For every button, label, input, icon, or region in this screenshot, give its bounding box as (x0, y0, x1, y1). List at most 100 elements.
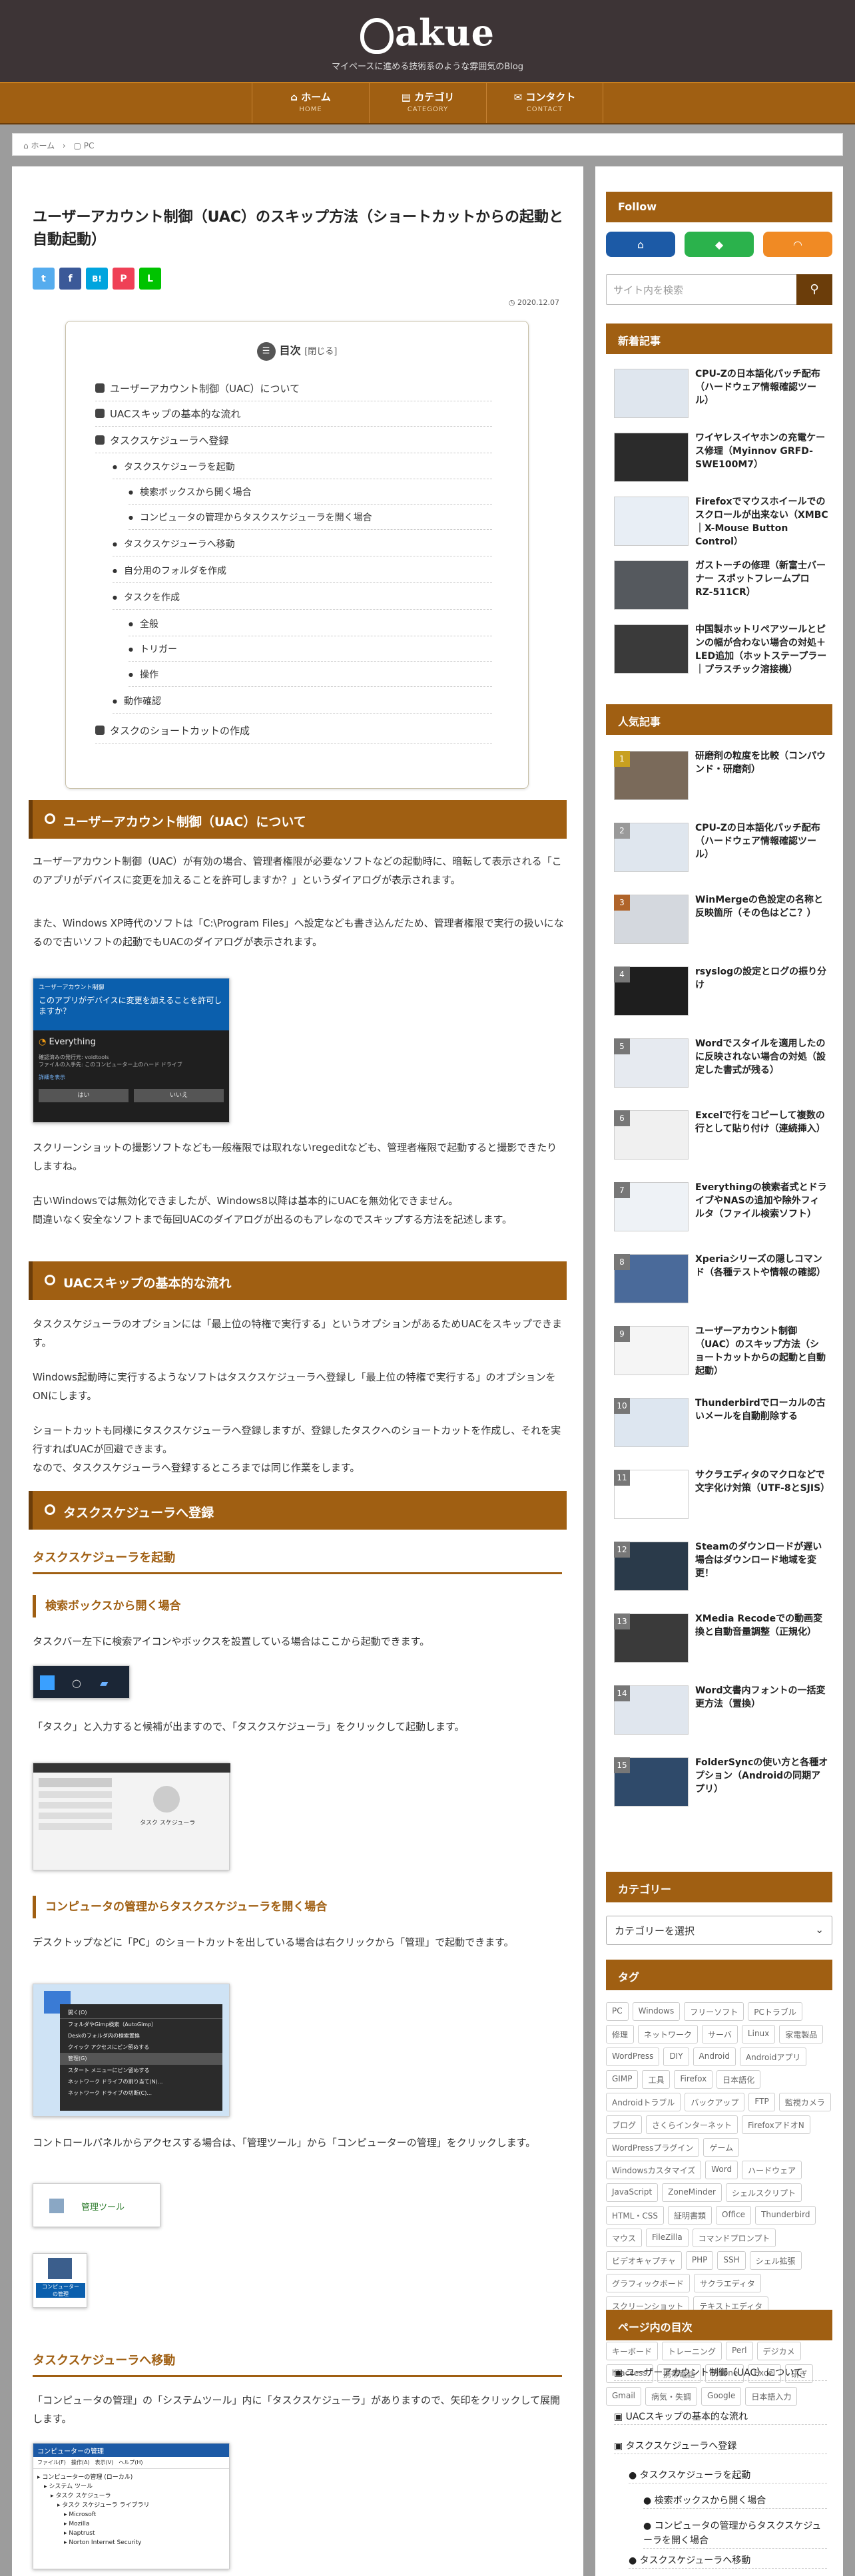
search-icon[interactable]: ⚲ (796, 274, 832, 305)
nav-category[interactable]: ▤ カテゴリ CATEGORY (369, 83, 486, 123)
toc-item[interactable]: UACスキップの基本的な流れ (95, 407, 492, 427)
tag-link[interactable]: FirefoxアドオN (742, 2115, 810, 2134)
nav-home[interactable]: ⌂ ホーム HOME (252, 83, 369, 123)
popular-post-item[interactable]: 15 FolderSyncの使い方と各種オプション（Androidの同期アプリ） (606, 1752, 832, 1819)
tag-link[interactable]: Windows (632, 2002, 681, 2021)
tag-link[interactable]: 病気・失調 (645, 2387, 698, 2406)
tag-link[interactable]: シェル拡張 (749, 2251, 802, 2270)
popular-post-item[interactable]: 13 XMedia Recodeでの動画変換と自動音量調整（正規化） (606, 1608, 832, 1675)
tag-link[interactable]: Linux (741, 2025, 776, 2043)
tag-link[interactable]: フリーソフト (684, 2002, 744, 2021)
toc-item[interactable]: タスクスケジューラへ登録 (95, 433, 492, 453)
tag-link[interactable]: Androidアプリ (739, 2047, 807, 2066)
tag-link[interactable]: 日本語化 (716, 2070, 761, 2089)
rss-icon[interactable]: ◠ (763, 232, 832, 257)
page-toc-item[interactable]: ▣ UACスキップの基本的な流れ (614, 2410, 827, 2425)
tag-link[interactable]: さくらインターネット (646, 2115, 738, 2134)
new-post-item[interactable]: CPU-Zの日本語化パッチ配布（ハードウェア情報確認ツール） (606, 365, 832, 422)
toc-item[interactable]: ● 全般 (129, 617, 492, 636)
tag-link[interactable]: Windowsカスタマイズ (606, 2161, 702, 2179)
tag-link[interactable]: WordPressプラグイン (606, 2138, 700, 2157)
tag-link[interactable]: 証明書類 (668, 2206, 712, 2225)
tag-link[interactable]: 監視カメラ (778, 2093, 831, 2111)
tag-link[interactable]: Word (705, 2161, 738, 2179)
popular-post-item[interactable]: 8 Xperiaシリーズの隠しコマンド（各種テストや情報の確認） (606, 1249, 832, 1315)
line-share-button[interactable]: L (139, 268, 161, 290)
toc-item[interactable]: ● 動作確認 (113, 694, 492, 714)
tag-link[interactable]: Firefox (674, 2070, 713, 2089)
tag-link[interactable]: ゲーム (703, 2138, 740, 2157)
tag-link[interactable]: PCトラブル (748, 2002, 802, 2021)
category-select[interactable]: カテゴリーを選択 ⌄ (606, 1916, 832, 1945)
tag-link[interactable]: DIY (663, 2047, 689, 2066)
popular-post-item[interactable]: 2 CPU-Zの日本語化パッチ配布（ハードウェア情報確認ツール） (606, 817, 832, 884)
toc-item[interactable]: ● 自分用のフォルダを作成 (113, 564, 492, 583)
toc-item[interactable]: タスクのショートカットの作成 (95, 724, 492, 744)
tag-link[interactable]: FTP (748, 2093, 775, 2111)
popular-post-item[interactable]: 14 Word文書内フォントの一括変更方法（置換） (606, 1680, 832, 1747)
tag-link[interactable]: Google (701, 2387, 742, 2406)
tag-link[interactable]: HTML・CSS (606, 2206, 665, 2225)
nav-contact[interactable]: ✉ コンタクト CONTACT (486, 83, 603, 123)
feedly-icon[interactable]: ◆ (685, 232, 754, 257)
toc-item[interactable]: ● トリガー (129, 642, 492, 662)
toc-item[interactable]: ● 操作 (129, 668, 492, 687)
popular-post-item[interactable]: 12 Steamのダウンロードが遅い場合はダウンロード地域を変更！ (606, 1536, 832, 1603)
tag-link[interactable]: Perl (726, 2342, 753, 2360)
popular-post-item[interactable]: 1 研磨剤の粒度を比較（コンパウンド・研磨剤） (606, 746, 832, 812)
twitter-share-button[interactable]: t (33, 268, 55, 290)
tag-link[interactable]: トレーニング (662, 2342, 722, 2360)
home-icon[interactable]: ⌂ (606, 232, 675, 257)
page-toc-item[interactable]: ▣ ユーザーアカウント制御（UAC）について (614, 2366, 827, 2381)
tag-link[interactable]: ZoneMinder (662, 2183, 722, 2202)
tag-link[interactable]: Thunderbird (755, 2206, 816, 2225)
toc-item[interactable]: ● コンピュータの管理からタスクスケジューラを開く場合 (129, 511, 492, 530)
hatena-share-button[interactable]: B! (86, 268, 108, 290)
site-logo[interactable]: akue (0, 0, 855, 54)
page-toc-item[interactable]: ● 検索ボックスから開く場合 (643, 2493, 827, 2509)
new-post-item[interactable]: Firefoxでマウスホイールでのスクロールが出来ない（XMBC｜X-Mouse… (606, 493, 832, 550)
popular-post-item[interactable]: 4 rsyslogの設定とログの振り分け (606, 961, 832, 1028)
tag-link[interactable]: PC (606, 2002, 629, 2021)
tag-link[interactable]: JavaScript (606, 2183, 659, 2202)
tag-link[interactable]: マウス (606, 2229, 643, 2247)
page-toc-item[interactable]: ● コンピュータの管理からタスクスケジューラを開く場合 (643, 2519, 827, 2549)
tag-link[interactable]: ネットワーク (638, 2025, 699, 2043)
tag-link[interactable]: ブログ (606, 2115, 643, 2134)
popular-post-item[interactable]: 9 ユーザーアカウント制御（UAC）のスキップ方法（ショートカットからの起動と自動… (606, 1321, 832, 1387)
breadcrumb-home[interactable]: ⌂ ホーム (23, 141, 55, 150)
tag-link[interactable]: サーバ (702, 2025, 738, 2043)
tag-link[interactable]: 工具 (642, 2070, 671, 2089)
tag-link[interactable]: キーボード (606, 2342, 659, 2360)
new-post-item[interactable]: 中国製ホットリペアツールとピンの幅が合わない場合の対処＋LED追加（ホットステー… (606, 620, 832, 678)
tag-link[interactable]: GIMP (606, 2070, 639, 2089)
tag-link[interactable]: Android (693, 2047, 736, 2066)
tag-link[interactable]: デジカメ (756, 2342, 801, 2360)
page-toc-item[interactable]: ● タスクスケジューラを起動 (629, 2468, 827, 2483)
tag-link[interactable]: PHP (685, 2251, 714, 2270)
tag-link[interactable]: SSH (717, 2251, 746, 2270)
pocket-share-button[interactable]: P (113, 268, 135, 290)
tag-link[interactable]: ビデオキャプチャ (606, 2251, 682, 2270)
page-toc-item[interactable]: ● タスクスケジューラへ移動 (629, 2553, 827, 2569)
tag-link[interactable]: コマンドプロンプト (692, 2229, 776, 2247)
tag-link[interactable]: サクラエディタ (693, 2274, 761, 2292)
tag-link[interactable]: WordPress (606, 2047, 660, 2066)
tag-link[interactable]: Androidトラブル (606, 2093, 681, 2111)
popular-post-item[interactable]: 10 Thunderbirdでローカルの古いメールを自動削除する (606, 1393, 832, 1459)
tag-link[interactable]: 修理 (606, 2025, 635, 2043)
toc-toggle[interactable]: [閉じる] (304, 347, 337, 357)
new-post-item[interactable]: ガストーチの修理（新富士バーナー スポットフレームプロ RZ-511CR） (606, 556, 832, 614)
tag-link[interactable]: Office (716, 2206, 752, 2225)
tag-link[interactable]: Gmail (606, 2387, 642, 2406)
popular-post-item[interactable]: 6 Excelで行をコピーして複数の行として貼り付け（連続挿入） (606, 1105, 832, 1172)
new-post-item[interactable]: ワイヤレスイヤホンの充電ケース修理（Myinnov GRFD-SWE100M7） (606, 429, 832, 486)
tag-link[interactable]: FileZilla (646, 2229, 689, 2247)
tag-link[interactable]: 日本語入力 (745, 2387, 798, 2406)
tag-link[interactable]: シェルスクリプト (725, 2183, 802, 2202)
toc-item[interactable]: ● タスクスケジューラを起動 (113, 460, 492, 479)
breadcrumb-current[interactable]: ▢ PC (74, 141, 95, 150)
page-toc-item[interactable]: ▣ タスクスケジューラへ登録 (614, 2439, 827, 2454)
toc-item[interactable]: ● 検索ボックスから開く場合 (129, 485, 492, 505)
popular-post-item[interactable]: 7 Everythingの検索者式とドライブやNASの追加や除外フィルタ（ファイル… (606, 1177, 832, 1243)
